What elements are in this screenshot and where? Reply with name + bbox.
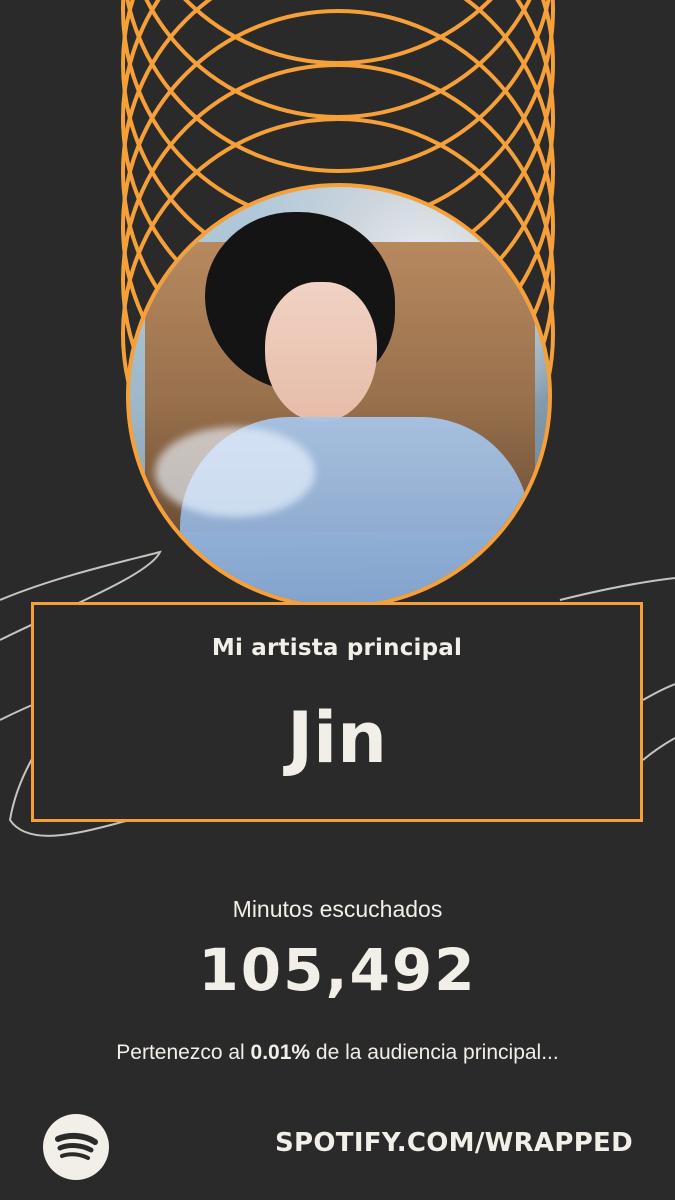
spotify-logo-icon	[43, 1114, 109, 1180]
artist-photo	[126, 183, 552, 609]
audience-suffix: de la audiencia principal...	[310, 1041, 559, 1064]
minutes-value: 105,492	[198, 936, 477, 1004]
photo-face-shape	[265, 282, 377, 422]
top-artist-card: Mi artista principal Jin	[31, 602, 643, 822]
wrapped-card-page: Mi artista principal Jin Minutos escucha…	[0, 0, 675, 1200]
audience-statement: Pertenezco al 0.01% de la audiencia prin…	[0, 1041, 675, 1065]
minutes-label: Minutos escuchados	[232, 896, 443, 922]
audience-percent: 0.01%	[250, 1041, 311, 1064]
card-label: Mi artista principal	[211, 635, 463, 661]
wrapped-url-link[interactable]: SPOTIFY.COM/WRAPPED	[275, 1128, 633, 1158]
photo-glare-shape	[155, 427, 315, 517]
artist-name: Jin	[287, 697, 387, 779]
audience-prefix: Pertenezco al	[116, 1041, 251, 1064]
